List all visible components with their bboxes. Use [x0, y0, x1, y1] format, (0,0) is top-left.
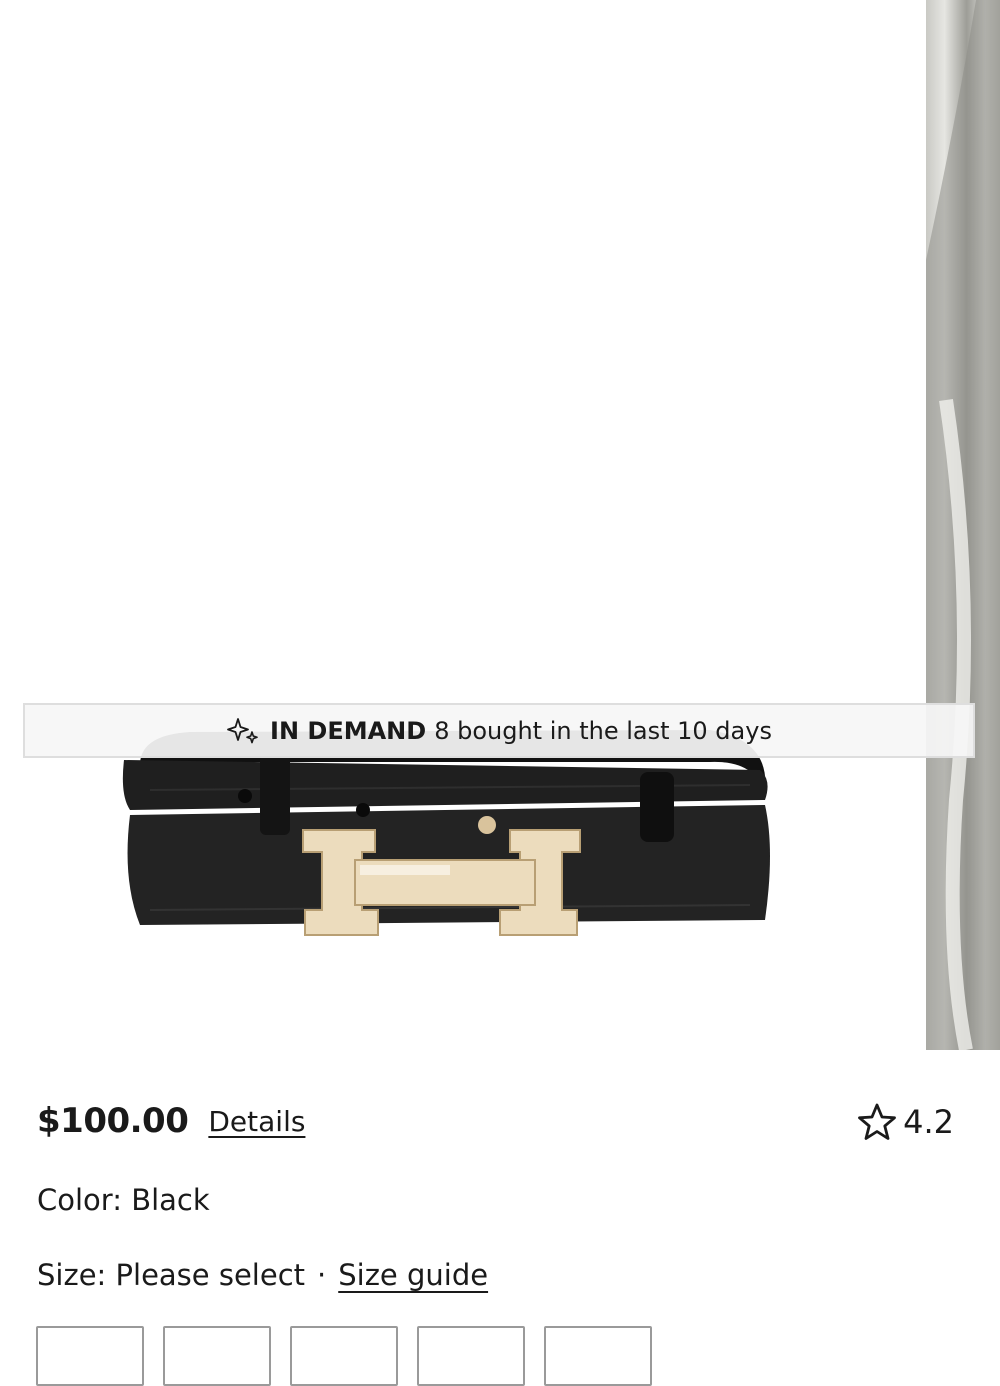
size-option[interactable]	[163, 1326, 271, 1386]
size-guide-link[interactable]: Size guide	[338, 1258, 488, 1292]
in-demand-banner: IN DEMAND 8 bought in the last 10 days	[23, 703, 975, 758]
size-selection: Size: Please select · Size guide	[37, 1258, 488, 1292]
model-photo-peek	[926, 0, 1000, 1050]
size-options	[36, 1326, 671, 1386]
size-option[interactable]	[544, 1326, 652, 1386]
rating-value: 4.2	[903, 1103, 954, 1141]
in-demand-text: 8 bought in the last 10 days	[434, 716, 772, 745]
color-selection: Color: Black	[37, 1183, 210, 1217]
next-product-image[interactable]	[926, 0, 1000, 1050]
product-rating[interactable]: 4.2	[857, 1098, 954, 1146]
sparkle-icon	[227, 717, 258, 743]
product-price: $100.00	[37, 1101, 189, 1141]
in-demand-label: IN DEMAND	[270, 716, 427, 745]
size-separator: ·	[317, 1258, 327, 1292]
details-link[interactable]: Details	[208, 1105, 305, 1138]
size-option[interactable]	[36, 1326, 144, 1386]
product-image-gallery[interactable]: IN DEMAND 8 bought in the last 10 days	[0, 0, 1000, 1050]
price-row: $100.00 Details	[37, 1096, 305, 1146]
size-option[interactable]	[417, 1326, 525, 1386]
star-icon	[858, 1103, 897, 1140]
product-image[interactable]	[0, 0, 925, 1050]
size-label: Size: Please select	[37, 1258, 306, 1292]
size-option[interactable]	[290, 1326, 398, 1386]
